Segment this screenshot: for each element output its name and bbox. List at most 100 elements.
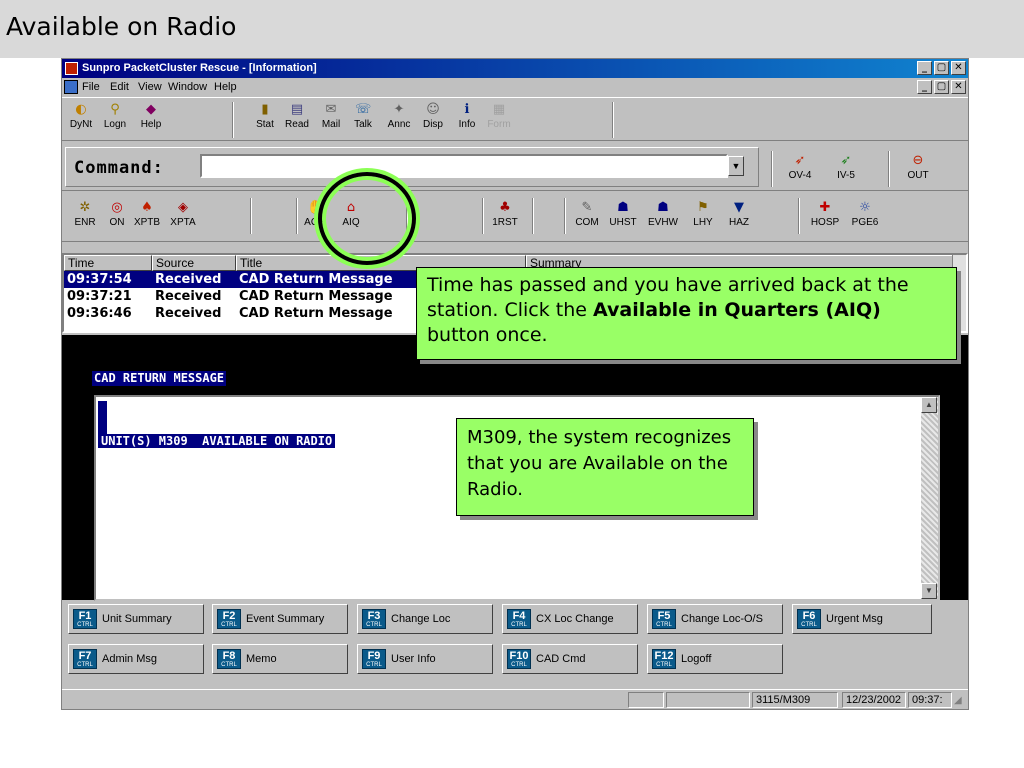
status-user: 3115/M309 [752, 692, 838, 708]
function-key-number: F3 [367, 610, 381, 622]
toolbar1-read-button[interactable]: ▤ Read [278, 102, 316, 138]
document-icon[interactable] [64, 80, 78, 94]
instruction-callout: Time has passed and you have arrived bac… [416, 267, 957, 360]
toolbar-separator [532, 198, 534, 234]
function-key-modifier: CTRL [221, 662, 237, 668]
toolbar2-lhy-button[interactable]: ⚑ LHY [684, 200, 722, 236]
toolbar2-1rst-button[interactable]: ♣ 1RST [486, 200, 524, 236]
function-key-number: F2 [222, 610, 236, 622]
fkey-f6-button[interactable]: F6 CTRL Urgent Msg [792, 604, 932, 634]
toolbar2-xpta-button[interactable]: ◈ XPTA [164, 200, 202, 236]
menu-file[interactable]: File [82, 78, 100, 96]
hazard-icon: ▼ [734, 200, 744, 215]
mdi-minimize-button[interactable]: _ [917, 80, 932, 94]
scroll-down-arrow-icon[interactable]: ▼ [921, 583, 937, 599]
toolbar-button-label: LHY [693, 217, 713, 228]
toolbar2-pge6-button[interactable]: ☼ PGE6 [846, 200, 884, 236]
fkey-f7-button[interactable]: F7 CTRL Admin Msg [68, 644, 204, 674]
scroll-up-arrow-icon[interactable]: ▲ [921, 397, 937, 413]
info-callout-text: M309, the system recognizes that you are… [467, 427, 732, 500]
toolbar1-dynt-button[interactable]: ◐ DyNt [62, 102, 100, 138]
toolbar-button-label: DyNt [69, 119, 93, 130]
command.right_buttons-out-button[interactable]: ⊖ OUT [898, 153, 938, 189]
toolbar2-hosp-button[interactable]: ✚ HOSP [806, 200, 844, 236]
mdi-restore-button[interactable]: ▢ [934, 80, 949, 94]
maximize-button[interactable]: ▢ [934, 61, 949, 75]
on-scene-icon: ◎ [111, 200, 123, 215]
toolbar-button-label: UHST [609, 217, 637, 228]
menu-view[interactable]: View [138, 78, 162, 96]
main-toolbar: ◐ DyNt ⚲ Logn ◆ Help ▮ Stat ▤ Read ✉ Mail ☏ Talk ✦ Annc… [62, 97, 968, 141]
status-cell-2 [666, 692, 750, 708]
menu-help[interactable]: Help [214, 78, 237, 96]
function-key-modifier: CTRL [77, 662, 93, 668]
toolbar-button-label: PGE6 [851, 217, 879, 228]
function-key-label: Logoff [681, 653, 712, 665]
hospital-icon: ✚ [819, 200, 831, 215]
toolbar-button-label: Stat [256, 119, 274, 130]
fkey-f10-button[interactable]: F10 CTRL CAD Cmd [502, 644, 638, 674]
callout-text-bold: Available in Quarters (AIQ) [593, 299, 881, 321]
cell-time: 09:36:46 [67, 306, 132, 321]
toolbar2-haz-button[interactable]: ▼ HAZ [720, 200, 758, 236]
pager-icon: ☼ [859, 200, 871, 215]
toolbar1-disp-button[interactable]: ☺ Disp [414, 102, 452, 138]
function-key-label: Event Summary [246, 613, 325, 625]
mdi-close-button[interactable]: ✕ [951, 80, 966, 94]
toolbar-separator [232, 102, 234, 138]
function-key-modifier: CTRL [366, 622, 382, 628]
function-key-modifier: CTRL [656, 622, 672, 628]
toolbar2-evhw-button[interactable]: ☗ EVHW [644, 200, 682, 236]
command.right_buttons-ov4-button[interactable]: ➶ OV-4 [780, 153, 820, 189]
fkey-f9-button[interactable]: F9 CTRL User Info [357, 644, 493, 674]
dynt-icon: ◐ [75, 102, 87, 117]
fkey-f2-button[interactable]: F2 CTRL Event Summary [212, 604, 348, 634]
fkey-f12-button[interactable]: F12 CTRL Logoff [647, 644, 783, 674]
app-logo-icon [65, 62, 78, 75]
toolbar2-xptb-button[interactable]: ♠ XPTB [128, 200, 166, 236]
toolbar-button-label: Disp [422, 119, 443, 130]
slide-header: Available on Radio [0, 0, 1024, 58]
logon-icon: ⚲ [110, 102, 120, 117]
toolbar2-com-button[interactable]: ✎ COM [568, 200, 606, 236]
function-key-number: F10 [509, 650, 529, 662]
function-key-modifier: CTRL [221, 622, 237, 628]
fkey-f5-button[interactable]: F5 CTRL Change Loc-O/S [647, 604, 783, 634]
ov-arrow-icon: ➶ [794, 153, 806, 168]
menu-edit[interactable]: Edit [110, 78, 129, 96]
callout-text-after: button once. [427, 324, 548, 346]
minimize-button[interactable]: _ [917, 61, 932, 75]
function-key-number: F4 [512, 610, 526, 622]
status-cell-1 [628, 692, 664, 708]
detail-scrollbar[interactable]: ▲ ▼ [921, 397, 938, 599]
column-header-source[interactable]: Source [152, 255, 236, 271]
close-button[interactable]: ✕ [951, 61, 966, 75]
function-key-icon: F12 CTRL [652, 649, 676, 669]
app-window: Sunpro PacketCluster Rescue - [Informati… [61, 58, 969, 710]
command-dropdown-button[interactable]: ▼ [728, 156, 744, 176]
toolbar-button-label: Info [458, 119, 476, 130]
fkey-f8-button[interactable]: F8 CTRL Memo [212, 644, 348, 674]
column-header-time[interactable]: Time [64, 255, 152, 271]
command-input[interactable] [200, 154, 728, 178]
cell-time: 09:37:54 [67, 272, 132, 287]
fkey-f3-button[interactable]: F3 CTRL Change Loc [357, 604, 493, 634]
command.right_buttons-iv5-button[interactable]: ➶ IV-5 [826, 153, 866, 189]
resize-grip-icon[interactable]: ◢ [954, 695, 962, 706]
command-panel: Command: ▼ [65, 147, 759, 187]
command-label: Command: [74, 158, 164, 178]
fkey-f4-button[interactable]: F4 CTRL CX Loc Change [502, 604, 638, 634]
cell-source: Received [155, 306, 222, 321]
enroute-icon: ✲ [79, 200, 91, 215]
fkey-f1-button[interactable]: F1 CTRL Unit Summary [68, 604, 204, 634]
toolbar2-uhst-button[interactable]: ☗ UHST [604, 200, 642, 236]
toolbar1-logn-button[interactable]: ⚲ Logn [96, 102, 134, 138]
toolbar1-annc-button[interactable]: ✦ Annc [380, 102, 418, 138]
toolbar1-help-button[interactable]: ◆ Help [132, 102, 170, 138]
toolbar1-talk-button[interactable]: ☏ Talk [344, 102, 382, 138]
function-key-number: F8 [222, 650, 236, 662]
menu-window[interactable]: Window [168, 78, 207, 96]
function-key-icon: F9 CTRL [362, 649, 386, 669]
evhw-icon: ☗ [657, 200, 669, 215]
window-titlebar[interactable]: Sunpro PacketCluster Rescue - [Informati… [62, 59, 968, 78]
